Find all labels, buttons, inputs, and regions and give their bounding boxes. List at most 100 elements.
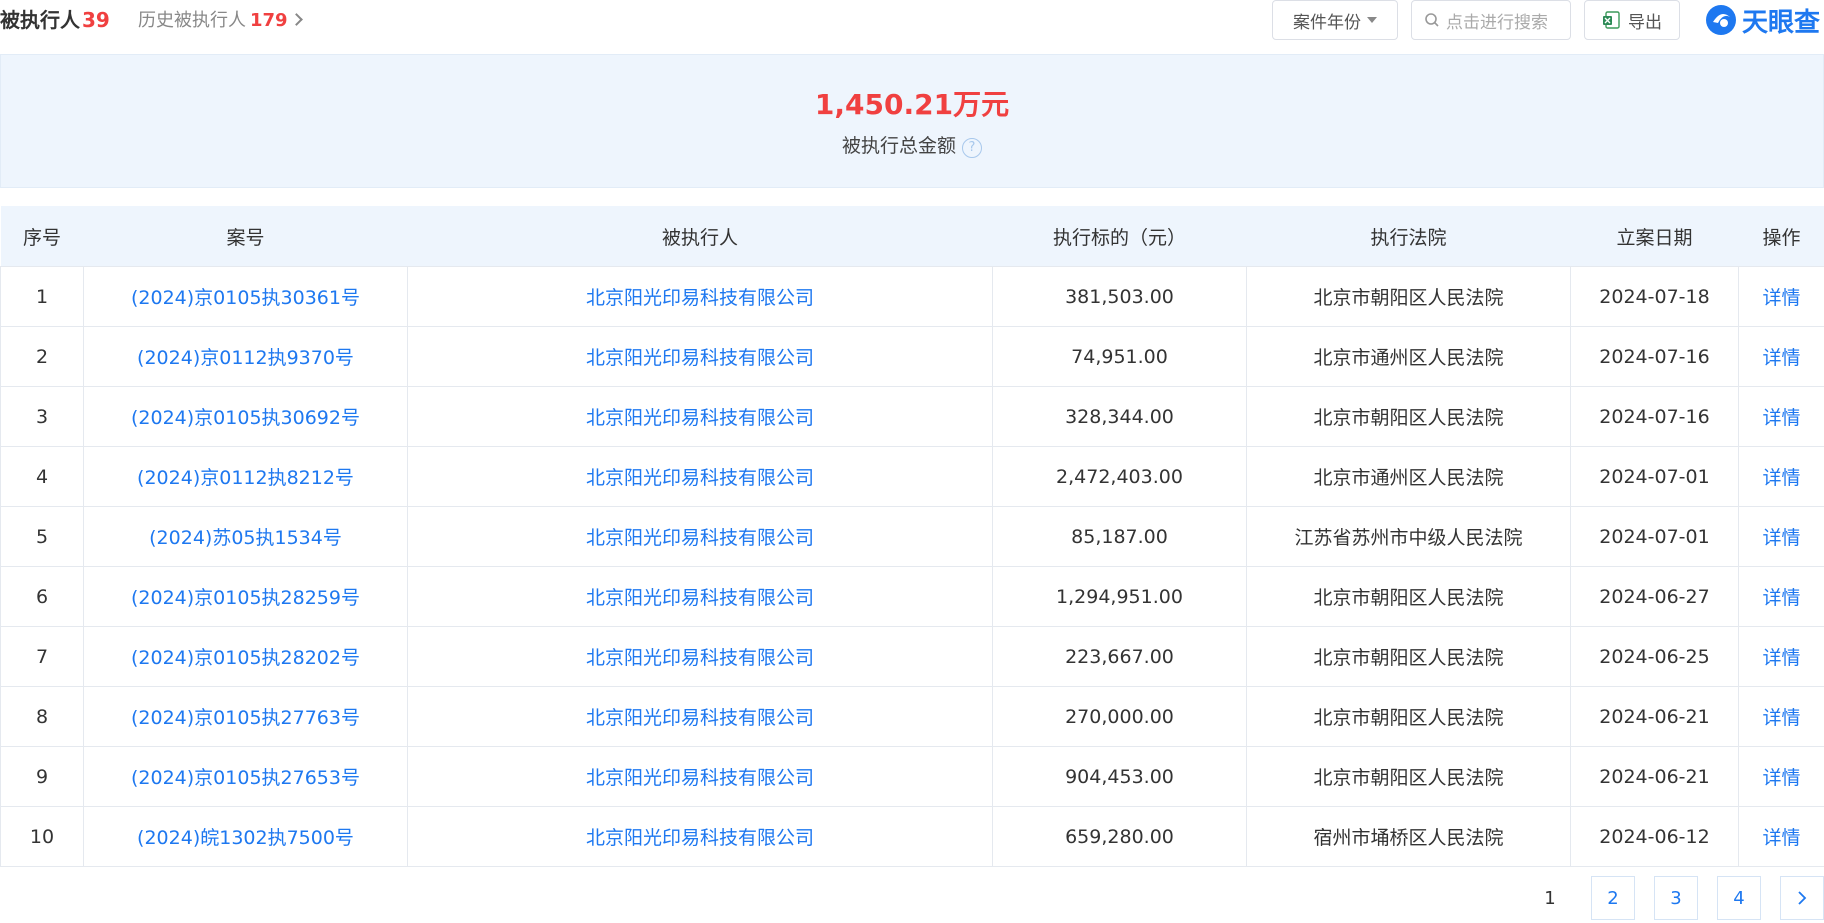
cell-index: 3 <box>0 386 84 447</box>
cell-index: 4 <box>0 446 84 507</box>
history-count: 179 <box>250 10 288 31</box>
column-header-amount: 执行标的（元） <box>992 206 1247 267</box>
section-title: 被执行人 39 <box>0 4 110 33</box>
cell-court: 北京市通州区人民法院 <box>1246 326 1571 387</box>
search-icon <box>1425 13 1439 27</box>
search-input[interactable]: 点击进行搜索 <box>1411 0 1571 40</box>
page-4[interactable]: 4 <box>1717 876 1761 920</box>
detail-link[interactable]: 详情 <box>1738 626 1824 687</box>
detail-link[interactable]: 详情 <box>1738 566 1824 627</box>
cell-date: 2024-07-16 <box>1570 386 1739 447</box>
history-link[interactable]: 历史被执行人 179 <box>138 6 303 32</box>
cell-case-number[interactable]: (2024)苏05执1534号 <box>83 506 408 567</box>
table-row: 8 (2024)京0105执27763号 北京阳光印易科技有限公司 270,000.0… <box>0 686 1824 747</box>
cell-case-number[interactable]: (2024)京0105执28202号 <box>83 626 408 687</box>
cell-party[interactable]: 北京阳光印易科技有限公司 <box>407 386 993 447</box>
cell-date: 2024-06-12 <box>1570 806 1739 867</box>
detail-link[interactable]: 详情 <box>1738 446 1824 507</box>
column-header-case-number: 案号 <box>83 206 408 267</box>
table-row: 2 (2024)京0112执9370号 北京阳光印易科技有限公司 74,951.00 北… <box>0 326 1824 387</box>
page-1[interactable]: 1 <box>1528 876 1572 920</box>
cell-amount: 1,294,951.00 <box>992 566 1247 627</box>
cell-case-number[interactable]: (2024)京0112执8212号 <box>83 446 408 507</box>
detail-link[interactable]: 详情 <box>1738 506 1824 567</box>
cell-amount: 381,503.00 <box>992 266 1247 327</box>
cell-amount: 2,472,403.00 <box>992 446 1247 507</box>
cell-case-number[interactable]: (2024)京0105执27763号 <box>83 686 408 747</box>
cell-amount: 904,453.00 <box>992 746 1247 807</box>
caret-down-icon <box>1367 17 1377 23</box>
excel-icon <box>1603 11 1620 29</box>
column-header-date: 立案日期 <box>1570 206 1739 267</box>
cell-court: 北京市朝阳区人民法院 <box>1246 266 1571 327</box>
cell-amount: 74,951.00 <box>992 326 1247 387</box>
section-title-label: 被执行人 <box>0 8 80 32</box>
total-amount-label: 被执行总金额 <box>841 135 956 157</box>
total-amount: 1,450.21万元 <box>814 88 1010 121</box>
case-year-dropdown[interactable]: 案件年份 <box>1272 0 1398 40</box>
cell-court: 北京市朝阳区人民法院 <box>1246 386 1571 447</box>
cell-date: 2024-06-21 <box>1570 746 1739 807</box>
page-3[interactable]: 3 <box>1654 876 1698 920</box>
cell-case-number[interactable]: (2024)京0105执28259号 <box>83 566 408 627</box>
cell-party[interactable]: 北京阳光印易科技有限公司 <box>407 806 993 867</box>
cell-party[interactable]: 北京阳光印易科技有限公司 <box>407 506 993 567</box>
chevron-right-icon <box>1798 891 1807 905</box>
detail-link[interactable]: 详情 <box>1738 386 1824 447</box>
page-2[interactable]: 2 <box>1591 876 1635 920</box>
cell-party[interactable]: 北京阳光印易科技有限公司 <box>407 626 993 687</box>
search-placeholder: 点击进行搜索 <box>1446 12 1548 33</box>
cell-amount: 85,187.00 <box>992 506 1247 567</box>
detail-link[interactable]: 详情 <box>1738 326 1824 387</box>
cell-case-number[interactable]: (2024)京0112执9370号 <box>83 326 408 387</box>
column-header-party: 被执行人 <box>407 206 993 267</box>
cell-index: 5 <box>0 506 84 567</box>
cell-index: 6 <box>0 566 84 627</box>
total-amount-label-row: 被执行总金额? <box>1 131 1823 158</box>
cell-case-number[interactable]: (2024)京0105执30361号 <box>83 266 408 327</box>
cell-case-number[interactable]: (2024)京0105执30692号 <box>83 386 408 447</box>
cell-date: 2024-07-01 <box>1570 446 1739 507</box>
cell-party[interactable]: 北京阳光印易科技有限公司 <box>407 326 993 387</box>
cell-party[interactable]: 北京阳光印易科技有限公司 <box>407 266 993 327</box>
table-row: 4 (2024)京0112执8212号 北京阳光印易科技有限公司 2,472,403.… <box>0 446 1824 507</box>
cell-party[interactable]: 北京阳光印易科技有限公司 <box>407 566 993 627</box>
table-row: 5 (2024)苏05执1534号 北京阳光印易科技有限公司 85,187.00 江苏省… <box>0 506 1824 567</box>
export-button[interactable]: 导出 <box>1584 0 1680 40</box>
cell-party[interactable]: 北京阳光印易科技有限公司 <box>407 686 993 747</box>
logo-mark-icon <box>1706 5 1736 35</box>
section-title-count: 39 <box>82 8 110 32</box>
cell-date: 2024-07-18 <box>1570 266 1739 327</box>
column-header-action: 操作 <box>1738 206 1824 267</box>
detail-link[interactable]: 详情 <box>1738 266 1824 327</box>
table-row: 1 (2024)京0105执30361号 北京阳光印易科技有限公司 381,503.0… <box>0 266 1824 327</box>
table-row: 9 (2024)京0105执27653号 北京阳光印易科技有限公司 904,453.0… <box>0 746 1824 807</box>
cell-court: 北京市朝阳区人民法院 <box>1246 626 1571 687</box>
detail-link[interactable]: 详情 <box>1738 806 1824 867</box>
table-row: 10 (2024)皖1302执7500号 北京阳光印易科技有限公司 659,280.0… <box>0 806 1824 867</box>
cell-index: 1 <box>0 266 84 327</box>
cell-party[interactable]: 北京阳光印易科技有限公司 <box>407 446 993 507</box>
detail-link[interactable]: 详情 <box>1738 686 1824 747</box>
detail-link[interactable]: 详情 <box>1738 746 1824 807</box>
cell-party[interactable]: 北京阳光印易科技有限公司 <box>407 746 993 807</box>
table-row: 7 (2024)京0105执28202号 北京阳光印易科技有限公司 223,667.0… <box>0 626 1824 687</box>
chevron-right-icon <box>289 13 303 26</box>
table-header-row: 序号 案号 被执行人 执行标的（元） 执行法院 立案日期 操作 <box>0 206 1824 267</box>
cell-court: 北京市朝阳区人民法院 <box>1246 686 1571 747</box>
cell-court: 宿州市埇桥区人民法院 <box>1246 806 1571 867</box>
history-label: 历史被执行人 <box>138 10 246 31</box>
cell-case-number[interactable]: (2024)皖1302执7500号 <box>83 806 408 867</box>
column-header-court: 执行法院 <box>1246 206 1571 267</box>
logo-text: 天眼查 <box>1742 7 1821 38</box>
cell-amount: 328,344.00 <box>992 386 1247 447</box>
cell-case-number[interactable]: (2024)京0105执27653号 <box>83 746 408 807</box>
column-header-index: 序号 <box>0 206 84 267</box>
cell-index: 10 <box>0 806 84 867</box>
question-circle-icon[interactable]: ? <box>962 138 982 158</box>
cell-date: 2024-07-01 <box>1570 506 1739 567</box>
tianyancha-logo: 天眼查 <box>1704 0 1820 40</box>
cell-date: 2024-06-21 <box>1570 686 1739 747</box>
next-page-button[interactable] <box>1780 876 1824 920</box>
cell-index: 7 <box>0 626 84 687</box>
